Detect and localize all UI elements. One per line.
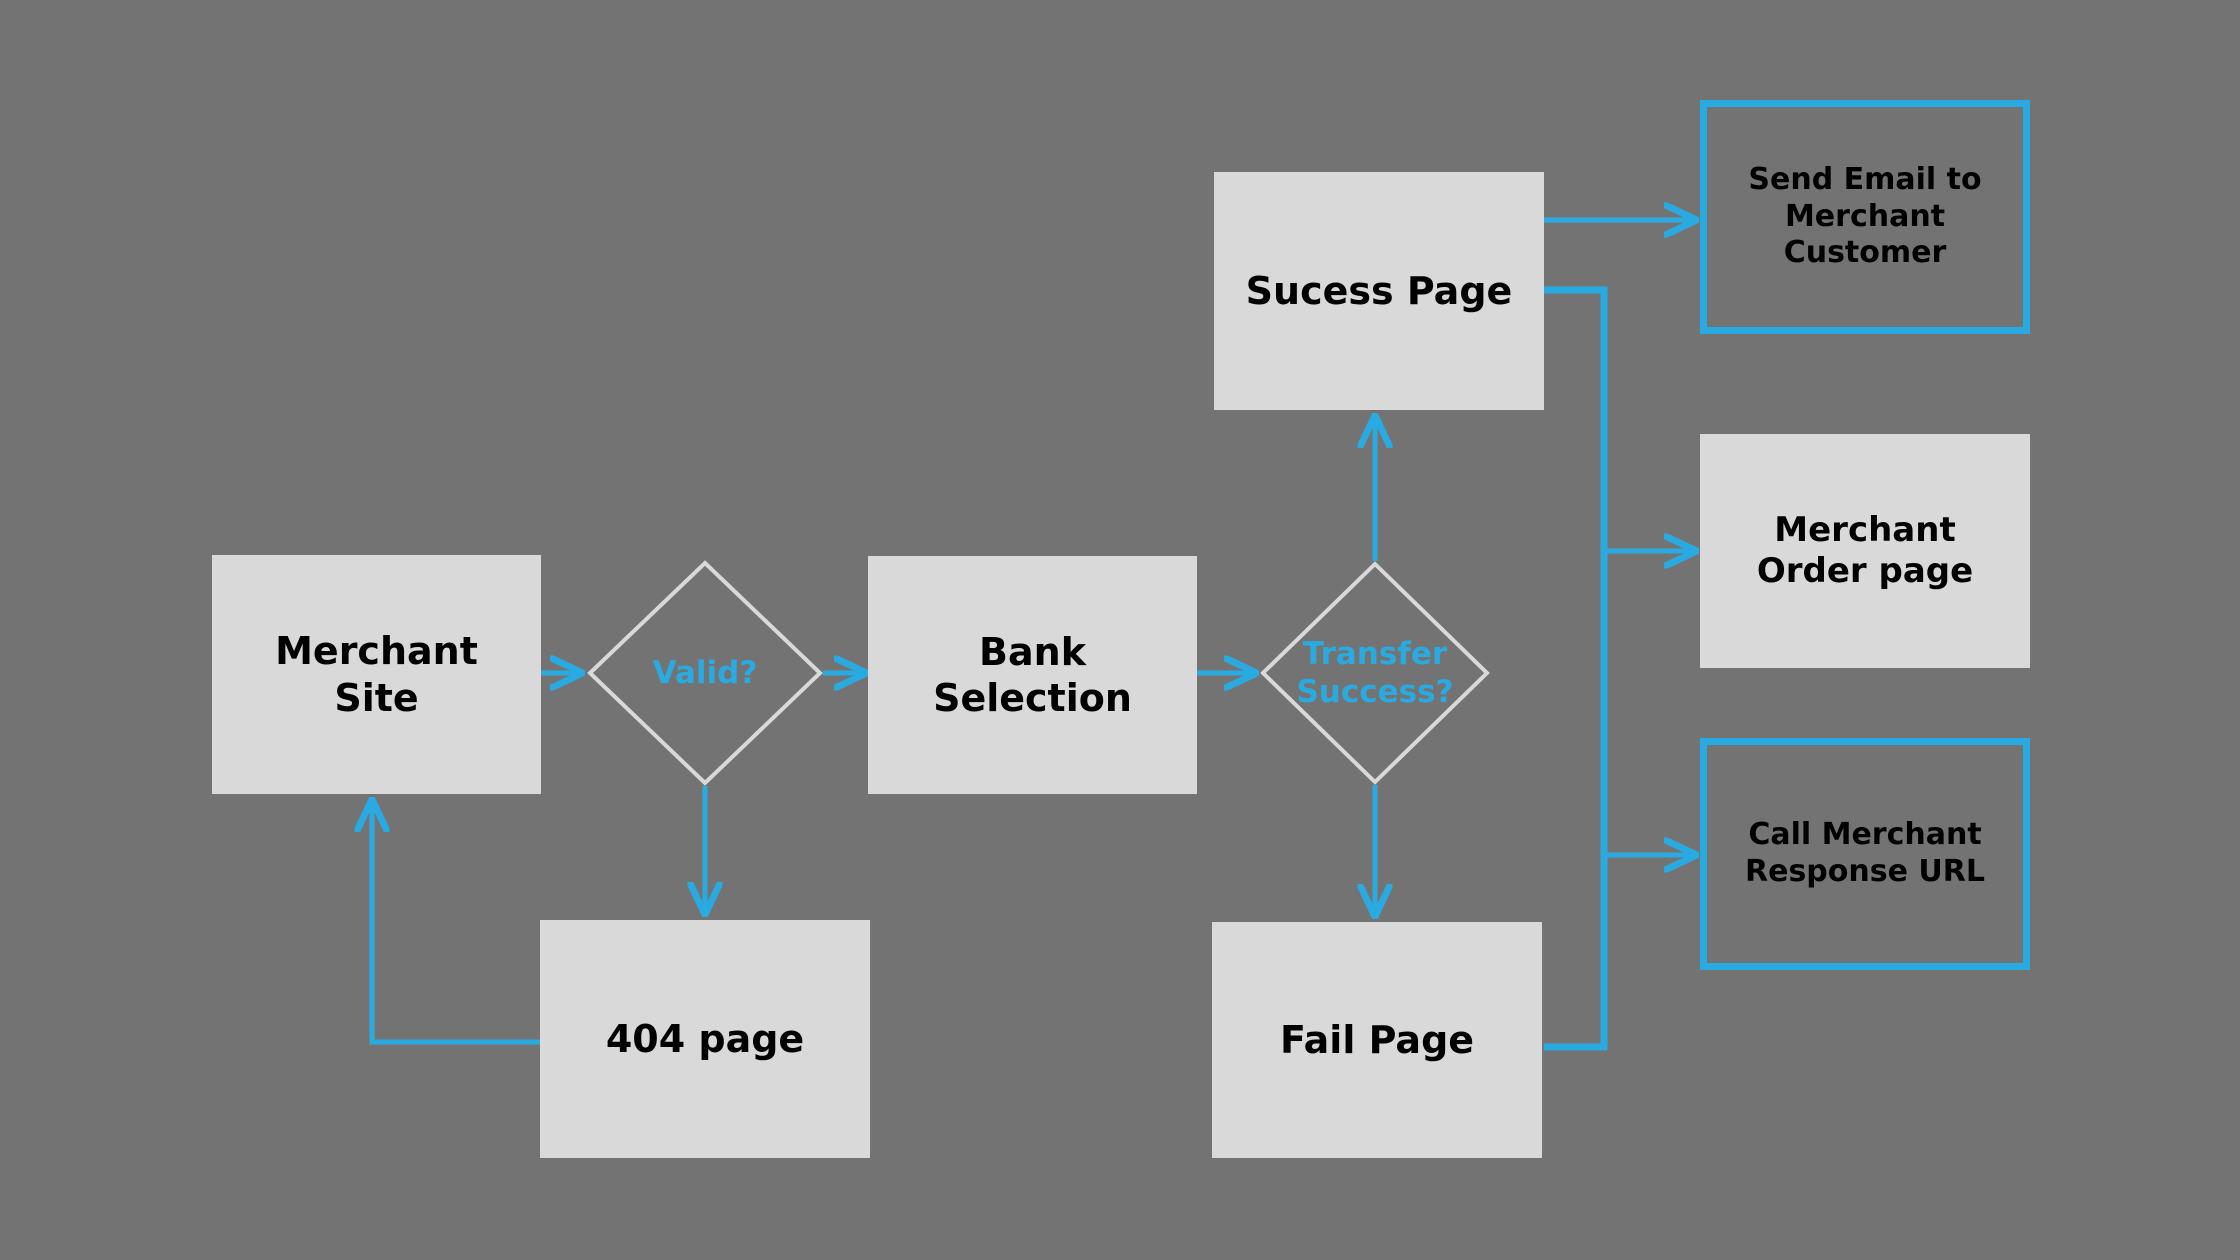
node-valid-decision[interactable]: Valid? bbox=[587, 560, 823, 786]
node-send-email-to-merchant-customer[interactable]: Send Email to Merchant Customer bbox=[1700, 100, 2030, 334]
node-bank-selection[interactable]: Bank Selection bbox=[868, 556, 1197, 794]
node-404-page[interactable]: 404 page bbox=[540, 920, 870, 1158]
node-fail-page-label: Fail Page bbox=[1279, 1017, 1475, 1062]
edge-404-to-merchant-site bbox=[372, 802, 540, 1045]
node-transfer-success-decision[interactable]: Transfer Success? bbox=[1260, 561, 1490, 785]
node-merchant-site-label: Merchant Site bbox=[275, 629, 478, 720]
node-send-email-to-merchant-customer-label: Send Email to Merchant Customer bbox=[1748, 162, 1982, 271]
node-success-page[interactable]: Sucess Page bbox=[1214, 172, 1544, 410]
node-valid-decision-label: Valid? bbox=[652, 654, 758, 691]
node-call-merchant-response-url[interactable]: Call Merchant Response URL bbox=[1700, 738, 2030, 970]
edge-success-page-bus bbox=[1544, 286, 1608, 1051]
diamond-shape-valid bbox=[587, 560, 823, 786]
node-transfer-success-decision-label: Transfer Success? bbox=[1296, 635, 1454, 710]
node-call-merchant-response-url-label: Call Merchant Response URL bbox=[1745, 817, 1985, 889]
node-success-page-label: Sucess Page bbox=[1245, 268, 1513, 313]
node-merchant-order-page[interactable]: Merchant Order page bbox=[1700, 434, 2030, 668]
diamond-shape-transfer-success bbox=[1260, 561, 1490, 785]
node-404-page-label: 404 page bbox=[605, 1016, 805, 1061]
node-merchant-site[interactable]: Merchant Site bbox=[212, 555, 541, 794]
node-merchant-order-page-label: Merchant Order page bbox=[1756, 509, 1974, 591]
node-fail-page[interactable]: Fail Page bbox=[1212, 922, 1542, 1158]
node-bank-selection-label: Bank Selection bbox=[933, 629, 1132, 720]
flowchart-canvas: Merchant Site Valid? Bank Selection Tran… bbox=[0, 0, 2240, 1260]
